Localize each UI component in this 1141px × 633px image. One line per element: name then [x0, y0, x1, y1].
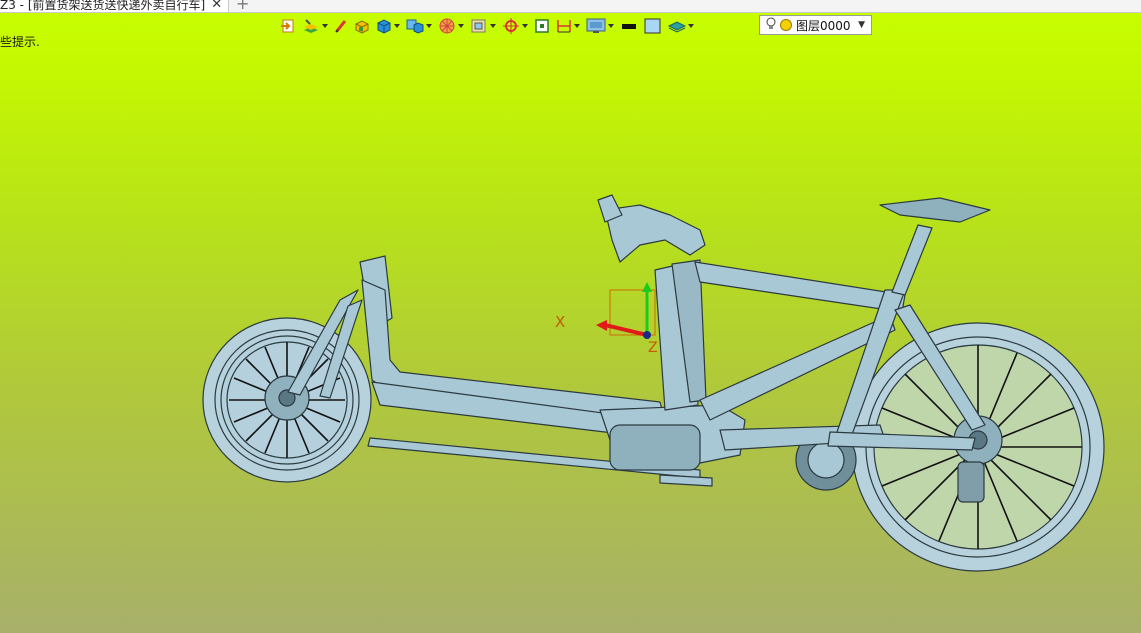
monitor-icon[interactable] [586, 16, 614, 36]
cargo-bike-model [202, 194, 1105, 572]
document-tab-title: Z3 - [前置货架送货送快递外卖自行车] [0, 0, 206, 12]
layer-stack-icon[interactable] [302, 16, 328, 36]
plus-icon[interactable]: + [236, 0, 249, 12]
render-wheel-icon[interactable] [438, 16, 464, 36]
color-bar-icon[interactable] [620, 16, 638, 36]
import-icon[interactable] [280, 16, 296, 36]
square-icon[interactable] [534, 16, 550, 36]
layer-name: 图层0000 [796, 18, 851, 33]
document-tab[interactable]: Z3 - [前置货架送货送快递外卖自行车] ✕ [0, 0, 229, 12]
frame-icon[interactable] [470, 16, 496, 36]
bulb-icon[interactable] [766, 17, 776, 34]
layer-selector[interactable]: 图层0000 ▼ [759, 15, 872, 35]
pen-icon[interactable] [334, 16, 348, 36]
z-axis-label: Z [648, 340, 658, 356]
layer-color-swatch [780, 19, 792, 31]
graphics-viewport[interactable]: X Z [0, 40, 1141, 633]
close-icon[interactable]: ✕ [211, 0, 222, 12]
cube-icon[interactable] [376, 16, 400, 36]
solid-box-icon[interactable] [354, 16, 370, 36]
document-tab-bar: Z3 - [前置货架送货送快递外卖自行车] ✕ + [0, 0, 1141, 13]
x-axis-label: X [555, 313, 566, 331]
coordinate-triad [596, 282, 656, 339]
shape-icon[interactable] [668, 16, 694, 36]
face-color-icon[interactable] [644, 16, 662, 36]
view-toolbar [280, 15, 700, 37]
target-icon[interactable] [502, 16, 528, 36]
cube-view-icon[interactable] [406, 16, 432, 36]
chevron-down-icon[interactable]: ▼ [858, 20, 865, 30]
dimension-icon[interactable] [556, 16, 580, 36]
